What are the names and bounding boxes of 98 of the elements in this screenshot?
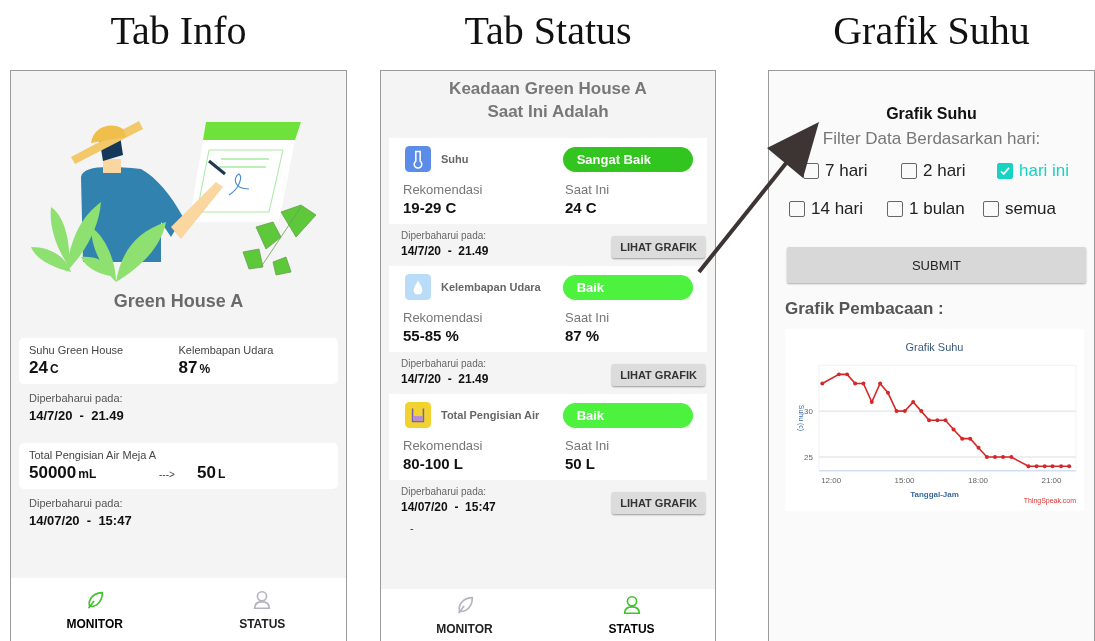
data-point xyxy=(861,381,866,386)
data-point xyxy=(1059,464,1064,469)
reading-label: Suhu Green House xyxy=(29,344,125,356)
updated-time: 14/7/20 - 21.49 xyxy=(401,372,489,386)
data-point xyxy=(820,381,825,386)
data-point xyxy=(1050,464,1055,469)
data-point xyxy=(1001,455,1006,460)
data-point xyxy=(919,409,924,414)
data-point xyxy=(1042,464,1047,469)
reading-label: Total Pengisian Air Meja A xyxy=(29,449,158,461)
recommendation-label: Rekomendasi xyxy=(403,310,484,325)
y-tick-label: 25 xyxy=(804,453,813,463)
screen-title: Saat Ini Adalah xyxy=(487,102,609,122)
data-point xyxy=(836,372,841,377)
sensor-name: Total Pengisian Air xyxy=(441,409,540,421)
data-point xyxy=(845,372,850,377)
data-point xyxy=(853,381,858,386)
sensor-name: Kelembapan Udara xyxy=(441,281,541,293)
view-chart-button[interactable]: LIHAT GRAFIK xyxy=(612,236,705,258)
recommendation-label: Rekomendasi xyxy=(403,182,484,197)
current-label: Saat Ini xyxy=(565,310,610,325)
current-value: 24 C xyxy=(565,199,598,216)
current-label: Saat Ini xyxy=(565,438,610,453)
data-point xyxy=(943,418,948,423)
view-chart-button[interactable]: LIHAT GRAFIK xyxy=(612,364,705,386)
data-point xyxy=(976,445,981,450)
data-point xyxy=(1026,464,1031,469)
sensor-name: Suhu xyxy=(441,153,469,165)
reading-value: 24C xyxy=(29,358,60,378)
reading-value: 50000 mL xyxy=(29,463,98,483)
recommendation-label: Rekomendasi xyxy=(403,438,484,453)
x-axis-label: Tanggal-Jam xyxy=(910,489,959,499)
updated-time: 14/7/20 - 21.49 xyxy=(29,408,125,423)
updated-label: Diperbaharui pada: xyxy=(401,486,488,497)
water-tank-icon xyxy=(403,402,433,428)
data-point xyxy=(951,427,956,432)
x-tick-label: 21:00 xyxy=(1041,475,1062,485)
x-tick-label: 15:00 xyxy=(894,475,915,485)
updated-label: Diperbaharui pada: xyxy=(29,497,124,509)
nav-tab[interactable]: MONITOR xyxy=(381,589,548,641)
filter-checkbox[interactable]: semua xyxy=(983,199,1057,219)
submit-button[interactable]: SUBMIT xyxy=(787,247,1086,283)
y-tick-label: 30 xyxy=(804,407,813,417)
data-point xyxy=(1067,464,1072,469)
reading-value: 87% xyxy=(178,358,212,378)
data-point xyxy=(1034,464,1039,469)
arrow-text: ---> xyxy=(159,469,176,480)
chart-title: Grafik Suhu xyxy=(905,341,964,354)
view-chart-button[interactable]: LIHAT GRAFIK xyxy=(612,492,705,514)
data-point xyxy=(968,436,973,441)
current-value: 87 % xyxy=(565,327,601,344)
updated-label: Diperbaharui pada: xyxy=(29,392,124,404)
nav-tab[interactable]: STATUS xyxy=(548,589,715,641)
data-point xyxy=(984,455,989,460)
figure-heading: Tab Status xyxy=(464,7,632,55)
recommendation-value: 80-100 L xyxy=(403,455,465,472)
reading-value: 50L xyxy=(197,463,226,483)
reading-label: Kelembapan Udara xyxy=(178,344,275,356)
current-value: 50 L xyxy=(565,455,596,472)
data-point xyxy=(902,409,907,414)
data-point xyxy=(869,399,874,404)
status-badge: Baik xyxy=(562,274,693,300)
data-point xyxy=(1009,455,1014,460)
data-point xyxy=(935,418,940,423)
data-point xyxy=(885,390,890,395)
updated-label: Diperbaharui pada: xyxy=(401,358,488,369)
updated-label: Diperbaharui pada: xyxy=(401,230,488,241)
data-point xyxy=(960,436,965,441)
figure-heading: Tab Info xyxy=(110,7,247,55)
truncated-text: - xyxy=(410,522,415,534)
water-drop-icon xyxy=(403,274,433,300)
figure-heading: Grafik Suhu xyxy=(833,7,1030,55)
x-tick-label: 18:00 xyxy=(968,475,989,485)
filter-checkbox[interactable]: 14 hari xyxy=(789,199,863,219)
filter-checkbox[interactable]: 1 bulan xyxy=(887,199,965,219)
recommendation-value: 55-85 % xyxy=(403,327,460,344)
status-badge: Sangat Baik xyxy=(562,146,693,172)
screen-title: Keadaan Green House A xyxy=(449,79,647,99)
screen-title: Green House A xyxy=(113,291,244,312)
data-point xyxy=(878,381,883,386)
status-badge: Baik xyxy=(562,402,693,428)
nav-tab[interactable]: STATUS xyxy=(178,578,346,641)
data-point xyxy=(927,418,932,423)
thermometer-icon xyxy=(403,146,433,172)
x-tick-label: 12:00 xyxy=(821,475,842,485)
screen-title: Grafik Suhu xyxy=(886,105,977,123)
nav-tab[interactable]: MONITOR xyxy=(11,578,179,641)
filter-checkbox[interactable]: 2 hari xyxy=(901,161,966,181)
current-label: Saat Ini xyxy=(565,182,610,197)
updated-time: 14/07/20 - 15:47 xyxy=(29,513,133,528)
updated-time: 14/07/20 - 15:47 xyxy=(401,500,496,514)
data-point xyxy=(911,399,916,404)
recommendation-value: 19-29 C xyxy=(403,199,458,216)
data-point xyxy=(992,455,997,460)
filter-label: Filter Data Berdasarkan hari: xyxy=(822,129,1041,149)
data-point xyxy=(894,409,899,414)
section-title: Grafik Pembacaan : xyxy=(785,299,945,319)
updated-time: 14/7/20 - 21.49 xyxy=(401,244,489,258)
